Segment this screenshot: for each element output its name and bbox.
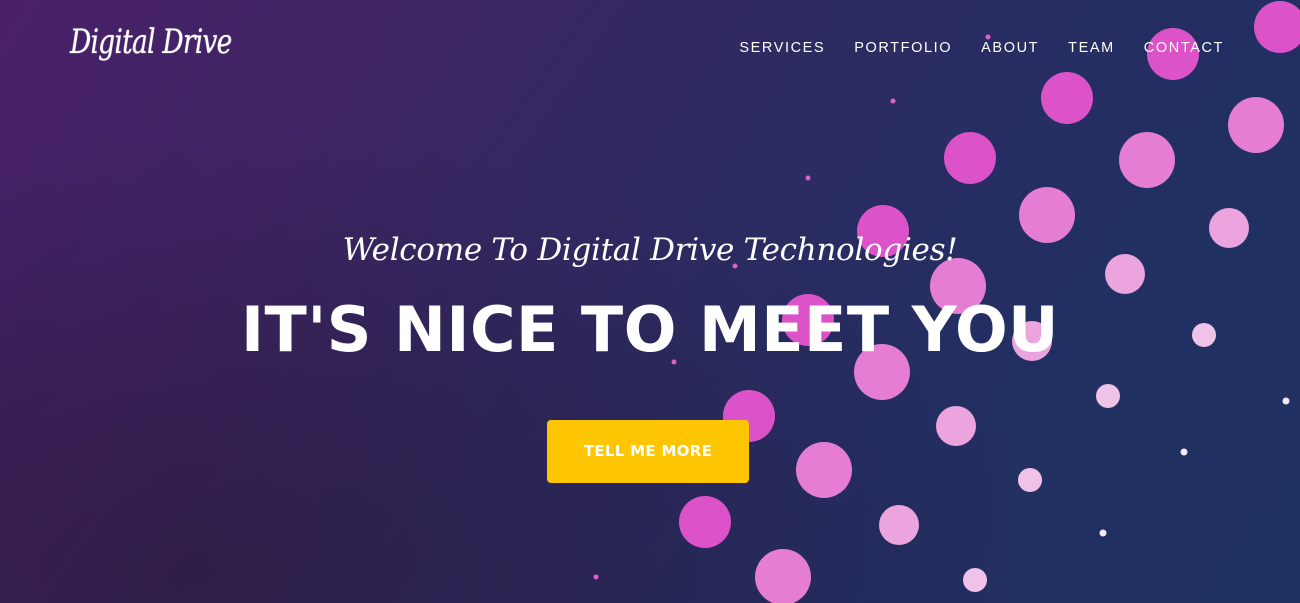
particle	[1254, 1, 1300, 53]
particle	[936, 406, 976, 446]
particle	[1099, 529, 1107, 537]
hero-headline: IT'S NICE TO MEET YOU	[240, 293, 1060, 366]
particle	[1041, 72, 1093, 124]
particle	[890, 98, 896, 104]
particle	[985, 34, 991, 40]
particle	[879, 505, 919, 545]
nav-item-team[interactable]: TEAM	[1068, 40, 1115, 56]
particle	[755, 549, 811, 603]
particle	[1282, 397, 1290, 405]
nav-item-services[interactable]: SERVICES	[739, 40, 825, 56]
particle	[1180, 448, 1188, 456]
nav-item-portfolio[interactable]: PORTFOLIO	[854, 40, 952, 56]
brand-logo[interactable]: Digital Drive	[70, 22, 232, 62]
particle	[593, 574, 599, 580]
particle	[963, 568, 987, 592]
particle	[796, 442, 852, 498]
particle	[1018, 468, 1042, 492]
nav-item-contact[interactable]: CONTACT	[1144, 40, 1224, 56]
main-nav: SERVICES PORTFOLIO ABOUT TEAM CONTACT	[739, 40, 1224, 56]
tell-me-more-button[interactable]: TELL ME MORE	[547, 420, 749, 483]
particle	[1119, 132, 1175, 188]
particle	[944, 132, 996, 184]
particle	[1228, 97, 1284, 153]
particle	[679, 496, 731, 548]
nav-item-about[interactable]: ABOUT	[981, 40, 1039, 56]
hero-section: Digital Drive SERVICES PORTFOLIO ABOUT T…	[0, 0, 1300, 603]
welcome-subheading: Welcome To Digital Drive Technologies!	[342, 232, 958, 268]
particle	[1096, 384, 1120, 408]
particle	[805, 175, 811, 181]
